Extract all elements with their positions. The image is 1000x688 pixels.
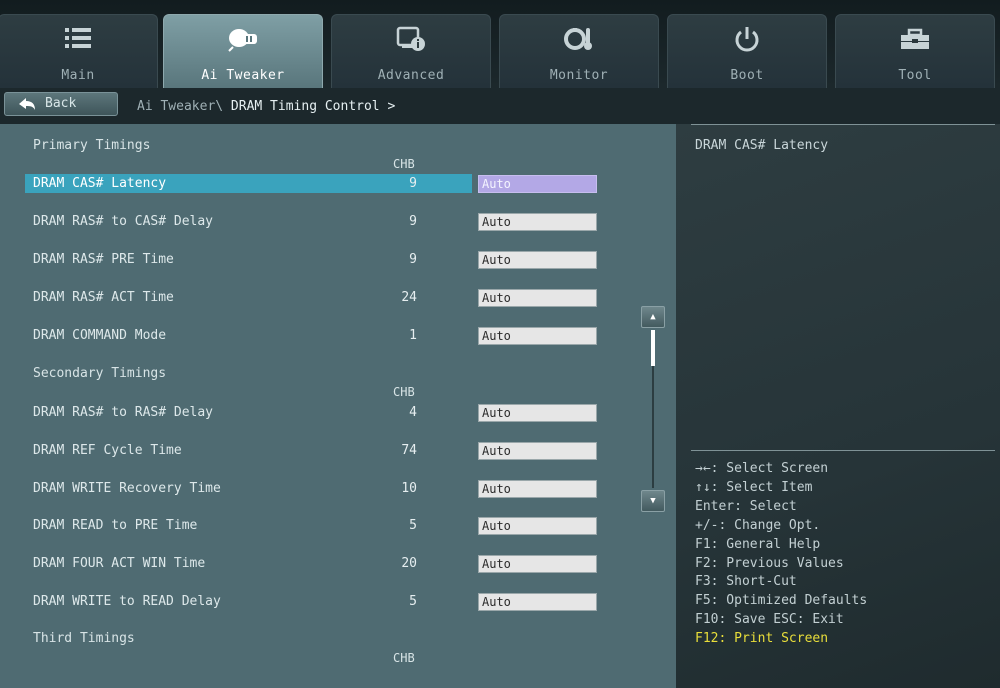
ai-tweaker-icon bbox=[164, 25, 322, 55]
tab-label: Tool bbox=[898, 68, 932, 83]
setting-input[interactable]: Auto bbox=[478, 213, 597, 231]
row-label: DRAM RAS# ACT Time bbox=[33, 290, 174, 305]
row-label: DRAM WRITE to READ Delay bbox=[33, 594, 221, 609]
scroll-up-button[interactable]: ▲ bbox=[641, 306, 665, 328]
row-value: 5 bbox=[409, 518, 417, 533]
key-hint-enter: Enter: Select bbox=[695, 498, 797, 514]
setting-input[interactable]: Auto bbox=[478, 442, 597, 460]
row-label: DRAM CAS# Latency bbox=[33, 176, 167, 191]
row-value: 9 bbox=[409, 252, 417, 267]
row-label: DRAM RAS# PRE Time bbox=[33, 252, 174, 267]
power-icon bbox=[668, 25, 826, 55]
key-hint-general-help: F1: General Help bbox=[695, 536, 821, 552]
help-item-description: DRAM CAS# Latency bbox=[695, 138, 829, 153]
channel-b-header: CHB bbox=[393, 651, 415, 665]
tab-tool[interactable]: Tool bbox=[835, 14, 995, 88]
breadcrumb: Ai Tweaker\ DRAM Timing Control > bbox=[137, 99, 395, 114]
help-divider-middle bbox=[691, 450, 995, 451]
row-label: DRAM RAS# to RAS# Delay bbox=[33, 405, 214, 420]
back-button[interactable]: Back bbox=[4, 92, 118, 116]
tab-label: Main bbox=[61, 68, 95, 83]
key-hint-previous-values: F2: Previous Values bbox=[695, 555, 844, 571]
help-divider-top bbox=[691, 124, 995, 125]
setting-row-write-to-read-delay[interactable]: DRAM WRITE to READ Delay 5 Auto bbox=[25, 592, 597, 611]
setting-row-ras-pre-time[interactable]: DRAM RAS# PRE Time 9 Auto bbox=[25, 250, 597, 269]
key-hint-save-exit: F10: Save ESC: Exit bbox=[695, 612, 844, 628]
channel-b-header: CHB bbox=[393, 385, 415, 399]
row-label: DRAM REF Cycle Time bbox=[33, 443, 182, 458]
setting-row-four-act-win-time[interactable]: DRAM FOUR ACT WIN Time 20 Auto bbox=[25, 554, 597, 573]
row-value: 9 bbox=[409, 176, 417, 191]
setting-input[interactable]: Auto bbox=[478, 593, 597, 611]
key-hint-print-screen: F12: Print Screen bbox=[695, 631, 829, 647]
channel-b-header: CHB bbox=[393, 157, 415, 171]
setting-input[interactable]: Auto bbox=[478, 555, 597, 573]
section-primary-timings: Primary Timings bbox=[33, 138, 151, 153]
setting-row-write-recovery-time[interactable]: DRAM WRITE Recovery Time 10 Auto bbox=[25, 479, 597, 498]
key-hint-select-screen: →←: Select Screen bbox=[695, 461, 829, 476]
tab-monitor[interactable]: Monitor bbox=[499, 14, 659, 88]
key-hint-change-option: +/-: Change Opt. bbox=[695, 517, 821, 533]
tab-label: Monitor bbox=[549, 68, 609, 83]
top-tab-bar: Main Ai Tweaker Advanced Monitor Boot To… bbox=[0, 0, 1000, 88]
section-third-timings: Third Timings bbox=[33, 631, 135, 646]
breadcrumb-current: DRAM Timing Control > bbox=[230, 99, 396, 114]
tab-main[interactable]: Main bbox=[0, 14, 158, 88]
row-label: DRAM WRITE Recovery Time bbox=[33, 481, 221, 496]
back-arrow-icon bbox=[17, 96, 37, 116]
row-label: DRAM FOUR ACT WIN Time bbox=[33, 556, 206, 571]
setting-row-ras-to-ras-delay[interactable]: DRAM RAS# to RAS# Delay 4 Auto bbox=[25, 403, 597, 422]
tab-label: Advanced bbox=[377, 68, 445, 83]
setting-input[interactable]: Auto bbox=[478, 480, 597, 498]
list-icon bbox=[0, 25, 157, 55]
row-value: 20 bbox=[401, 556, 417, 571]
row-label: DRAM RAS# to CAS# Delay bbox=[33, 214, 214, 229]
row-value: 74 bbox=[401, 443, 417, 458]
setting-input[interactable]: Auto bbox=[478, 251, 597, 269]
tab-advanced[interactable]: Advanced bbox=[331, 14, 491, 88]
row-value: 5 bbox=[409, 594, 417, 609]
setting-input[interactable]: Auto bbox=[478, 289, 597, 307]
setting-input[interactable]: Auto bbox=[478, 517, 597, 535]
setting-row-ras-to-cas-delay[interactable]: DRAM RAS# to CAS# Delay 9 Auto bbox=[25, 212, 597, 231]
advanced-icon bbox=[332, 25, 490, 55]
setting-row-ras-act-time[interactable]: DRAM RAS# ACT Time 24 Auto bbox=[25, 288, 597, 307]
row-label: DRAM COMMAND Mode bbox=[33, 328, 167, 343]
setting-row-cas-latency[interactable]: DRAM CAS# Latency 9 Auto bbox=[25, 174, 597, 193]
row-value: 9 bbox=[409, 214, 417, 229]
tool-icon bbox=[836, 25, 994, 55]
setting-row-ref-cycle-time[interactable]: DRAM REF Cycle Time 74 Auto bbox=[25, 441, 597, 460]
setting-input[interactable]: Auto bbox=[478, 327, 597, 345]
row-value: 1 bbox=[409, 328, 417, 343]
key-legend: →←: Select Screen ↑↓: Select Item Enter:… bbox=[695, 460, 867, 649]
tab-ai-tweaker[interactable]: Ai Tweaker bbox=[163, 14, 323, 88]
tab-label: Ai Tweaker bbox=[201, 68, 285, 83]
setting-input[interactable]: Auto bbox=[478, 175, 597, 193]
key-hint-short-cut: F3: Short-Cut bbox=[695, 574, 797, 590]
navigation-row: Back Ai Tweaker\ DRAM Timing Control > bbox=[0, 88, 1000, 124]
key-hint-optimized-defaults: F5: Optimized Defaults bbox=[695, 593, 868, 609]
row-value: 10 bbox=[401, 481, 417, 496]
back-label: Back bbox=[45, 96, 77, 111]
row-value: 4 bbox=[409, 405, 417, 420]
breadcrumb-parent[interactable]: Ai Tweaker\ bbox=[137, 99, 231, 114]
setting-row-read-to-pre-time[interactable]: DRAM READ to PRE Time 5 Auto bbox=[25, 516, 597, 535]
row-label: DRAM READ to PRE Time bbox=[33, 518, 198, 533]
setting-row-command-mode[interactable]: DRAM COMMAND Mode 1 Auto bbox=[25, 326, 597, 345]
tab-label: Boot bbox=[730, 68, 764, 83]
section-secondary-timings: Secondary Timings bbox=[33, 366, 167, 381]
settings-panel: Primary Timings CHB DRAM CAS# Latency 9 … bbox=[0, 124, 676, 688]
scroll-down-button[interactable]: ▼ bbox=[641, 490, 665, 512]
monitor-icon bbox=[500, 25, 658, 55]
row-value: 24 bbox=[401, 290, 417, 305]
scrollbar-thumb[interactable] bbox=[651, 330, 655, 366]
setting-input[interactable]: Auto bbox=[478, 404, 597, 422]
help-panel: DRAM CAS# Latency →←: Select Screen ↑↓: … bbox=[676, 124, 1000, 688]
tab-boot[interactable]: Boot bbox=[667, 14, 827, 88]
key-hint-select-item: ↑↓: Select Item bbox=[695, 479, 813, 495]
